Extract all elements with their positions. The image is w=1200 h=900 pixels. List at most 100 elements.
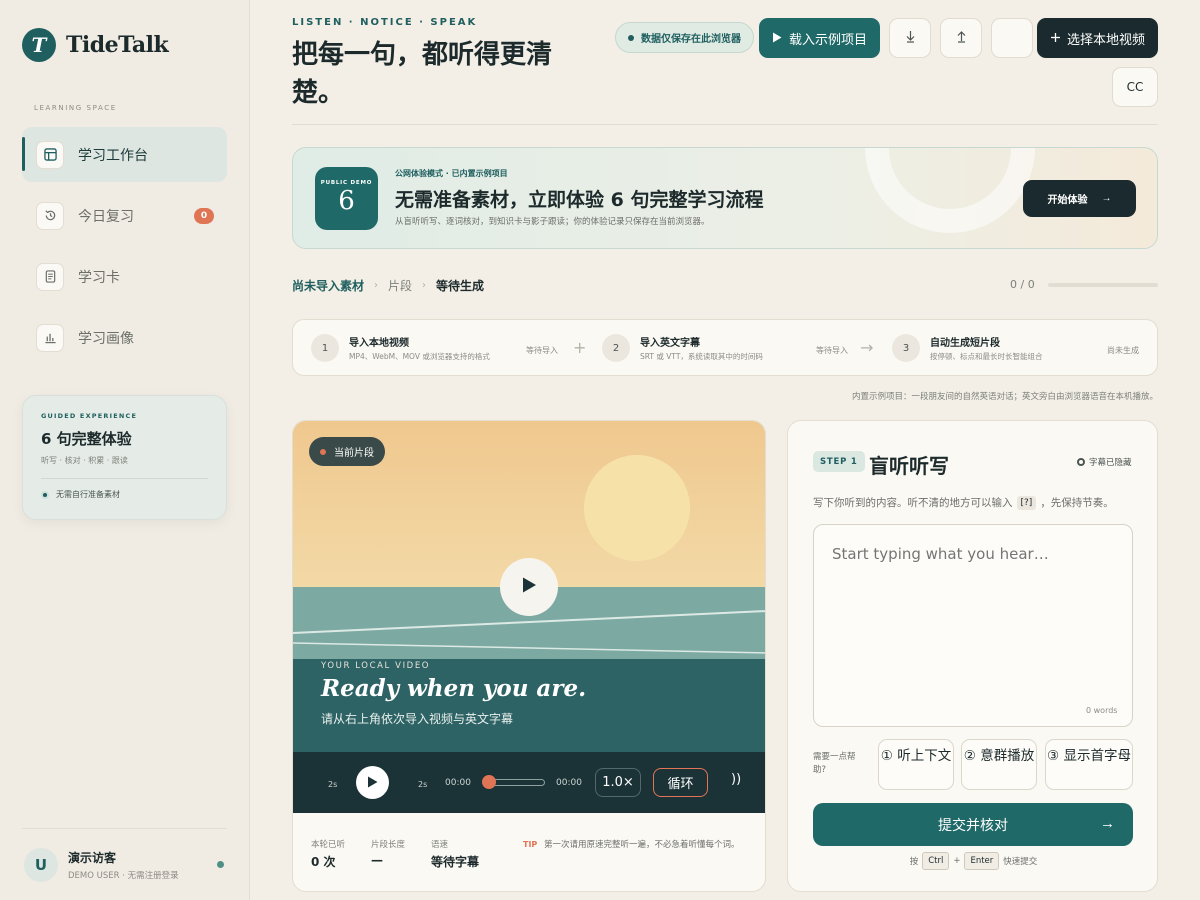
guided-note: 无需自行准备素材 (41, 478, 208, 500)
play-icon (772, 31, 782, 46)
playback-rate-button[interactable]: 1.0× (595, 768, 641, 797)
sidebar-item-workspace[interactable]: 学习工作台 (22, 127, 227, 182)
play-icon (522, 577, 537, 597)
sidebar-item-review[interactable]: 今日复习 0 (22, 188, 227, 243)
dictation-hint: 写下你听到的内容。听不清的地方可以输入 [?] ，先保持节奏。 (813, 495, 1114, 510)
select-local-video-label: 选择本地视频 (1066, 31, 1145, 47)
step-desc: MP4、WebM、MOV 或浏览器支持的格式 (349, 352, 490, 361)
hint-text: ，先保持节奏。 (1040, 497, 1114, 509)
subtitle-cc-button[interactable]: CC (1112, 67, 1158, 107)
banner-title: 无需准备素材，立即体验 6 句完整学习流程 (395, 189, 764, 211)
tip-tag: TIP (523, 840, 538, 849)
load-demo-button[interactable]: 载入示例项目 (759, 18, 880, 58)
step-status: 等待导入 (526, 346, 558, 355)
header-divider (292, 124, 1158, 125)
sidebar-item-label: 学习画像 (78, 330, 134, 347)
page-title: 把每一句，都听得更清楚。 (292, 40, 553, 108)
step-status: 尚未生成 (1107, 346, 1139, 355)
video-player-card: 当前片段 YOUR LOCAL VIDEO Ready when you are… (292, 420, 766, 892)
import-button[interactable] (889, 18, 931, 58)
local-storage-text: 数据仅保存在此浏览器 (641, 34, 741, 45)
guided-title: 6 句完整体验 (41, 430, 132, 448)
step-status: 等待导入 (816, 346, 848, 355)
banner-subtitle: 从盲听听写、逐词核对，到知识卡与影子跟读；你的体验记录只保存在当前浏览器。 (395, 217, 710, 227)
volume-icon[interactable]: )) (731, 772, 741, 787)
submit-check-label: 提交并核对 (938, 816, 1008, 833)
select-local-video-button[interactable]: 选择本地视频 (1037, 18, 1158, 58)
shortcut-text: 快速提交 (1003, 857, 1038, 867)
hint-first-letter-button[interactable]: ③ 显示首字母 (1045, 739, 1133, 790)
upload-icon (956, 30, 967, 47)
shortcut-hint: 按 Ctrl + Enter 快速提交 (788, 852, 1159, 870)
step-desc: 按停顿、标点和最长时长智能组合 (930, 352, 1043, 361)
word-count: 0 words (1086, 706, 1118, 715)
guided-caption: GUIDED EXPERIENCE (41, 412, 138, 420)
user-subtitle: DEMO USER · 无需注册登录 (68, 870, 179, 881)
arrow-right-icon: → (860, 338, 874, 357)
layout-icon (36, 140, 64, 169)
sidebar-item-cards[interactable]: 学习卡 (22, 249, 227, 304)
subtitle-hidden-toggle[interactable]: 字幕已隐藏 (1077, 456, 1132, 468)
seek-slider[interactable] (489, 779, 545, 786)
breadcrumb-source[interactable]: 尚未导入素材 (292, 277, 364, 294)
sidebar-item-label: 今日复习 (78, 208, 134, 225)
load-demo-label: 载入示例项目 (788, 31, 867, 47)
brand-logo: T (22, 28, 56, 62)
status-dot-icon (320, 448, 326, 455)
status-dot-icon (628, 34, 634, 41)
local-storage-pill: 数据仅保存在此浏览器 (615, 22, 754, 53)
decorative-arc (865, 148, 1035, 233)
brand[interactable]: T TideTalk (22, 28, 169, 62)
step-import-subtitles[interactable]: 2 导入英文字幕 SRT 或 VTT，系统读取其中的时间码 (602, 334, 763, 362)
segment-progress-count: 0 / 0 (1010, 278, 1035, 291)
history-icon (36, 201, 64, 230)
sidebar-item-profile[interactable]: 学习画像 (22, 310, 227, 365)
export-button[interactable] (940, 18, 982, 58)
submit-check-button[interactable]: 提交并核对 → (813, 803, 1133, 846)
breadcrumb: 尚未导入素材 › 片段 › 等待生成 (292, 277, 484, 294)
video-subtitle: 请从右上角依次导入视频与英文字幕 (321, 712, 514, 726)
loop-toggle[interactable]: 循环 (653, 768, 708, 797)
sidebar-nav: 学习工作台 今日复习 0 学习卡 学习画像 (22, 127, 227, 371)
player-controls: 2s 2s 00:00 00:00 1.0× 循环 )) (293, 752, 765, 813)
guided-subtitle: 听写 · 核对 · 积累 · 跟读 (41, 456, 128, 465)
blank-action-button[interactable] (991, 18, 1033, 58)
sidebar-item-label: 学习工作台 (78, 147, 148, 164)
guided-experience-card[interactable]: GUIDED EXPERIENCE 6 句完整体验 听写 · 核对 · 积累 ·… (22, 395, 227, 520)
hint-chunk-play-button[interactable]: ② 意群播放 (961, 739, 1037, 790)
play-icon (367, 773, 378, 792)
subtitle-hidden-label: 字幕已隐藏 (1089, 458, 1132, 468)
step-generate-segments[interactable]: 3 自动生成短片段 按停顿、标点和最长时长智能组合 (892, 334, 1043, 362)
sidebar-item-label: 学习卡 (78, 269, 120, 286)
stat-label: 语速 (431, 840, 449, 850)
start-experience-label: 开始体验 (1047, 195, 1088, 206)
sidebar: T TideTalk LEARNING SPACE 学习工作台 今日复习 0 学… (0, 0, 250, 900)
status-dot-icon (41, 490, 49, 499)
dictation-input[interactable] (813, 524, 1133, 727)
total-time: 00:00 (556, 778, 582, 788)
page-eyebrow: LISTEN · NOTICE · SPEAK (292, 17, 478, 28)
stat-value: 等待字幕 (431, 855, 480, 869)
radio-icon (1077, 458, 1085, 466)
stat-value: — (371, 853, 383, 867)
import-steps: 1 导入本地视频 MP4、WebM、MOV 或浏览器支持的格式 等待导入 + 2… (292, 319, 1158, 376)
forward-2s-button[interactable]: 2s (418, 780, 427, 789)
step-number: 1 (311, 334, 339, 362)
ctrl-key: Ctrl (922, 852, 950, 870)
hint-context-button[interactable]: ① 听上下文 (878, 739, 954, 790)
help-label: 需要一点帮助? (813, 752, 856, 775)
rewind-2s-button[interactable]: 2s (328, 780, 337, 789)
chevron-right-icon: › (374, 280, 379, 291)
video-play-button[interactable] (500, 558, 558, 616)
step-number: 2 (602, 334, 630, 362)
step-desc: SRT 或 VTT，系统读取其中的时间码 (640, 352, 763, 361)
user-profile[interactable]: U 演示访客 DEMO USER · 无需注册登录 (22, 828, 227, 900)
stat-label: 本轮已听 (311, 840, 346, 850)
control-play-button[interactable] (356, 766, 389, 799)
step-title: 导入本地视频 (349, 338, 409, 349)
sidebar-caption: LEARNING SPACE (34, 104, 117, 112)
breadcrumb-segment[interactable]: 片段 (388, 277, 412, 294)
step-import-video[interactable]: 1 导入本地视频 MP4、WebM、MOV 或浏览器支持的格式 (311, 334, 490, 362)
start-experience-button[interactable]: 开始体验 → (1023, 180, 1136, 217)
seek-handle[interactable] (482, 775, 496, 789)
